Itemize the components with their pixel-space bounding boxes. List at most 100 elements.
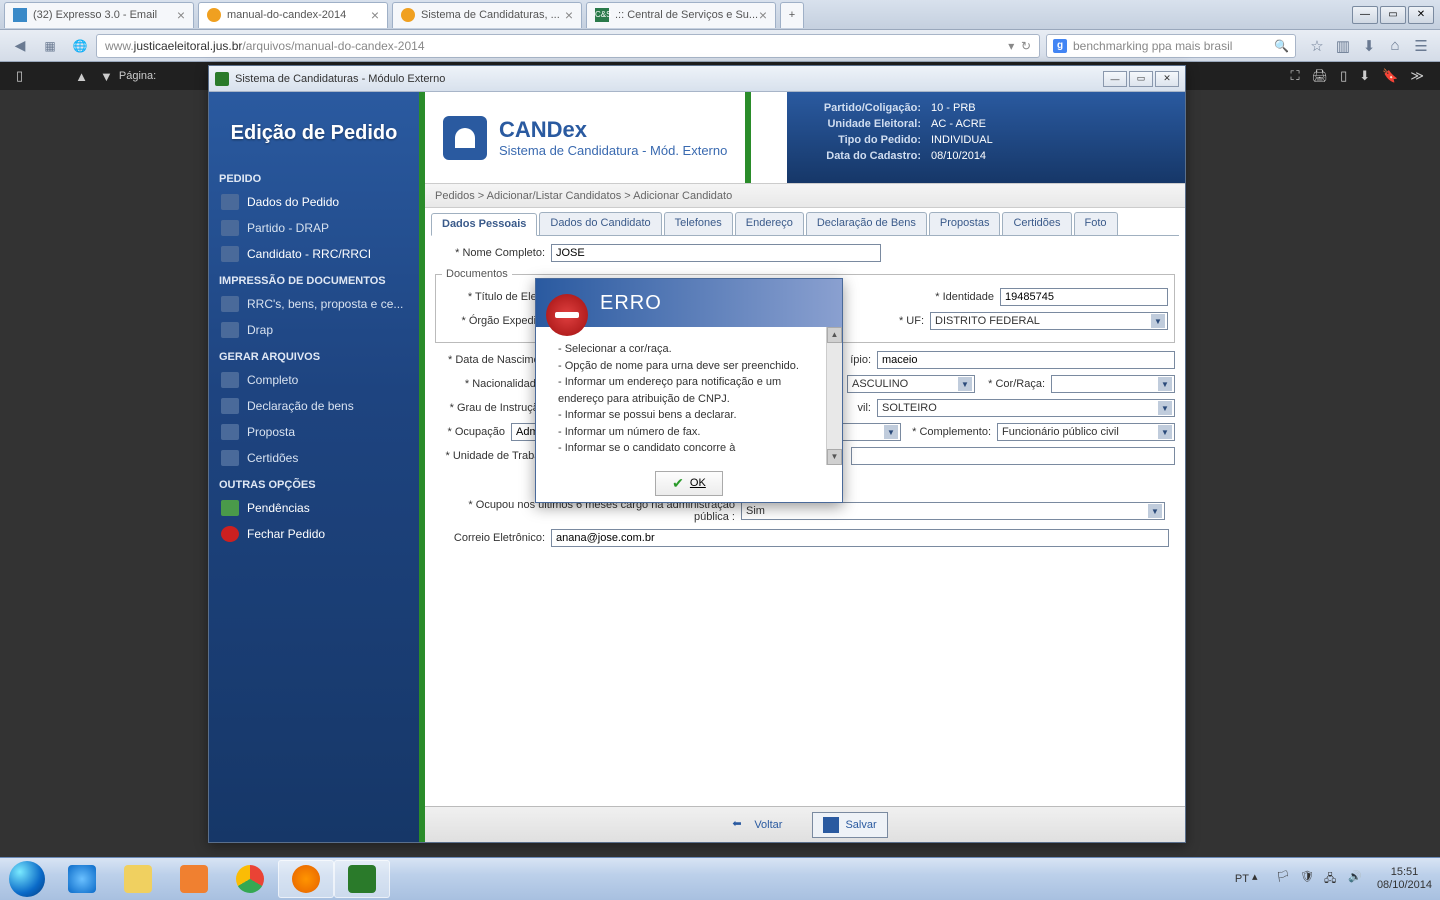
system-tray: PT ▴ 🏳 🛡 🖧 🔊 15:51 08/10/2014 — [1235, 866, 1440, 892]
sidebar-item-drap[interactable]: Drap — [209, 317, 419, 343]
header-info: Partido/Coligação:10 - PRB Unidade Eleit… — [787, 92, 1185, 183]
tab-dados-candidato[interactable]: Dados do Candidato — [539, 212, 661, 235]
scroll-down-icon[interactable]: ▼ — [827, 449, 842, 465]
bookmark-icon[interactable]: 🔖 — [1382, 68, 1398, 84]
reading-list-icon[interactable]: ▥ — [1330, 35, 1356, 57]
new-tab-button[interactable]: + — [780, 2, 804, 28]
window-controls: — ▭ ✕ — [1350, 6, 1434, 24]
select-sexo[interactable]: ASCULINO — [847, 375, 975, 393]
back-button[interactable]: ◀ — [6, 34, 34, 58]
page-down-icon[interactable]: ▼ — [100, 69, 113, 84]
tab-certidoes[interactable]: Certidões — [1002, 212, 1071, 235]
close-icon[interactable]: × — [371, 7, 379, 23]
window-titlebar[interactable]: Sistema de Candidaturas - Módulo Externo… — [209, 66, 1185, 92]
taskbar-chrome[interactable] — [222, 860, 278, 898]
sidebar-item-dados-pedido[interactable]: Dados do Pedido — [209, 189, 419, 215]
bookmark-star-icon[interactable]: ☆ — [1304, 35, 1330, 57]
tray-flag-icon[interactable]: 🏳 — [1276, 870, 1294, 888]
globe-icon: 🌐 — [66, 34, 94, 58]
scroll-up-icon[interactable]: ▲ — [827, 327, 842, 343]
content-area: Sistema de Candidaturas - Módulo Externo… — [0, 90, 1440, 857]
tab-foto[interactable]: Foto — [1074, 212, 1118, 235]
sidebar-item-rrcs[interactable]: RRC's, bens, proposta e ce... — [209, 291, 419, 317]
sidebar-item-candidato-rrc[interactable]: Candidato - RRC/RRCI — [209, 241, 419, 267]
error-ok-button[interactable]: OK — [655, 471, 723, 496]
fullscreen-icon[interactable]: ⛶ — [1291, 68, 1300, 84]
input-unidade-trabalho[interactable] — [851, 447, 1175, 465]
download-icon[interactable]: ⬇ — [1359, 68, 1370, 84]
main-header: CANDex Sistema de Candidatura - Mód. Ext… — [425, 92, 1185, 184]
search-icon[interactable]: 🔍 — [1274, 39, 1289, 53]
select-complemento[interactable]: Funcionário público civil — [997, 423, 1175, 441]
label-ocupou-cargo: * Ocupou nos últimos 6 meses cargo na ad… — [435, 499, 735, 523]
sidebar-toggle-icon[interactable]: ▯ — [16, 68, 23, 84]
tray-shield-icon[interactable]: 🛡 — [1300, 870, 1318, 888]
page-up-icon[interactable]: ▲ — [75, 69, 88, 84]
error-scrollbar[interactable]: ▲ ▼ — [826, 327, 842, 465]
downloads-icon[interactable]: ⬇ — [1356, 35, 1382, 57]
inner-close-button[interactable]: ✕ — [1155, 71, 1179, 87]
tray-network-icon[interactable]: 🖧 — [1324, 870, 1342, 888]
sidebar-item-pendencias[interactable]: Pendências — [209, 495, 419, 521]
taskbar-firefox[interactable] — [278, 860, 334, 898]
select-estado-civil[interactable]: SOLTEIRO — [877, 399, 1175, 417]
taskbar-media-player[interactable] — [166, 860, 222, 898]
taskbar-ie[interactable] — [54, 860, 110, 898]
menu-icon[interactable]: ☰ — [1408, 35, 1434, 57]
tab-telefones[interactable]: Telefones — [664, 212, 733, 235]
tray-language[interactable]: PT — [1235, 873, 1249, 885]
label-municipio-partial: ípio: — [850, 354, 871, 366]
site-identity-icon[interactable]: ▦ — [36, 34, 64, 58]
select-uf[interactable]: DISTRITO FEDERAL — [930, 312, 1168, 330]
input-correio-eletronico[interactable] — [551, 529, 1169, 547]
select-ocupacao-aux[interactable] — [841, 423, 901, 441]
error-dialog: ERRO - Selecionar a cor/raça. - Opção de… — [535, 278, 843, 503]
close-icon[interactable]: × — [565, 7, 573, 23]
close-button[interactable]: ✕ — [1408, 6, 1434, 24]
maximize-button[interactable]: ▭ — [1380, 6, 1406, 24]
tab-endereco[interactable]: Endereço — [735, 212, 804, 235]
select-cor-raca[interactable] — [1051, 375, 1175, 393]
start-button[interactable] — [0, 859, 54, 899]
sidebar-item-certidoes[interactable]: Certidões — [209, 445, 419, 471]
sidebar-item-declaracao[interactable]: Declaração de bens — [209, 393, 419, 419]
sidebar-item-completo[interactable]: Completo — [209, 367, 419, 393]
voltar-button[interactable]: ⬅Voltar — [722, 813, 792, 837]
sidebar-item-fechar-pedido[interactable]: Fechar Pedido — [209, 521, 419, 547]
close-icon[interactable]: × — [177, 7, 185, 23]
tray-up-icon[interactable]: ▴ — [1252, 870, 1270, 888]
tab-expresso[interactable]: (32) Expresso 3.0 - Email× — [4, 2, 194, 28]
app-subtitle: Sistema de Candidatura - Mód. Externo — [499, 143, 727, 158]
tab-propostas[interactable]: Propostas — [929, 212, 1001, 235]
search-input[interactable]: g benchmarking ppa mais brasil 🔍 — [1046, 34, 1296, 58]
taskbar-candex[interactable] — [334, 860, 390, 898]
sidebar-item-partido-drap[interactable]: Partido - DRAP — [209, 215, 419, 241]
inner-minimize-button[interactable]: — — [1103, 71, 1127, 87]
salvar-button[interactable]: Salvar — [812, 812, 887, 838]
sidebar-item-proposta[interactable]: Proposta — [209, 419, 419, 445]
open-file-icon[interactable]: ▯ — [1340, 68, 1347, 84]
tab-dados-pessoais[interactable]: Dados Pessoais — [431, 213, 537, 236]
tray-volume-icon[interactable]: 🔊 — [1348, 870, 1366, 888]
close-icon[interactable]: × — [759, 7, 767, 23]
input-identidade[interactable] — [1000, 288, 1168, 306]
select-ocupou-cargo[interactable]: Sim — [741, 502, 1165, 520]
tray-clock[interactable]: 15:51 08/10/2014 — [1377, 866, 1432, 892]
print-icon[interactable]: 🖨 — [1312, 68, 1329, 84]
tab-manual-candex[interactable]: manual-do-candex-2014× — [198, 2, 388, 28]
input-municipio[interactable] — [877, 351, 1175, 369]
tab-sistema-candidaturas[interactable]: Sistema de Candidaturas, ...× — [392, 2, 582, 28]
home-icon[interactable]: ⌂ — [1382, 35, 1408, 57]
label-ocupacao: * Ocupação — [435, 426, 505, 438]
minimize-button[interactable]: — — [1352, 6, 1378, 24]
input-nome-completo[interactable] — [551, 244, 881, 262]
taskbar-explorer[interactable] — [110, 860, 166, 898]
inner-maximize-button[interactable]: ▭ — [1129, 71, 1153, 87]
tab-central-servicos[interactable]: C&S.:: Central de Serviços e Su...× — [586, 2, 776, 28]
more-icon[interactable]: ≫ — [1410, 68, 1424, 84]
url-input[interactable]: www.justicaeleitoral.jus.br/arquivos/man… — [96, 34, 1040, 58]
page-label: Página: — [119, 70, 156, 82]
tab-declaracao-bens[interactable]: Declaração de Bens — [806, 212, 927, 235]
error-titlebar[interactable]: ERRO — [536, 279, 842, 327]
label-cor-raca: * Cor/Raça: — [981, 378, 1045, 390]
